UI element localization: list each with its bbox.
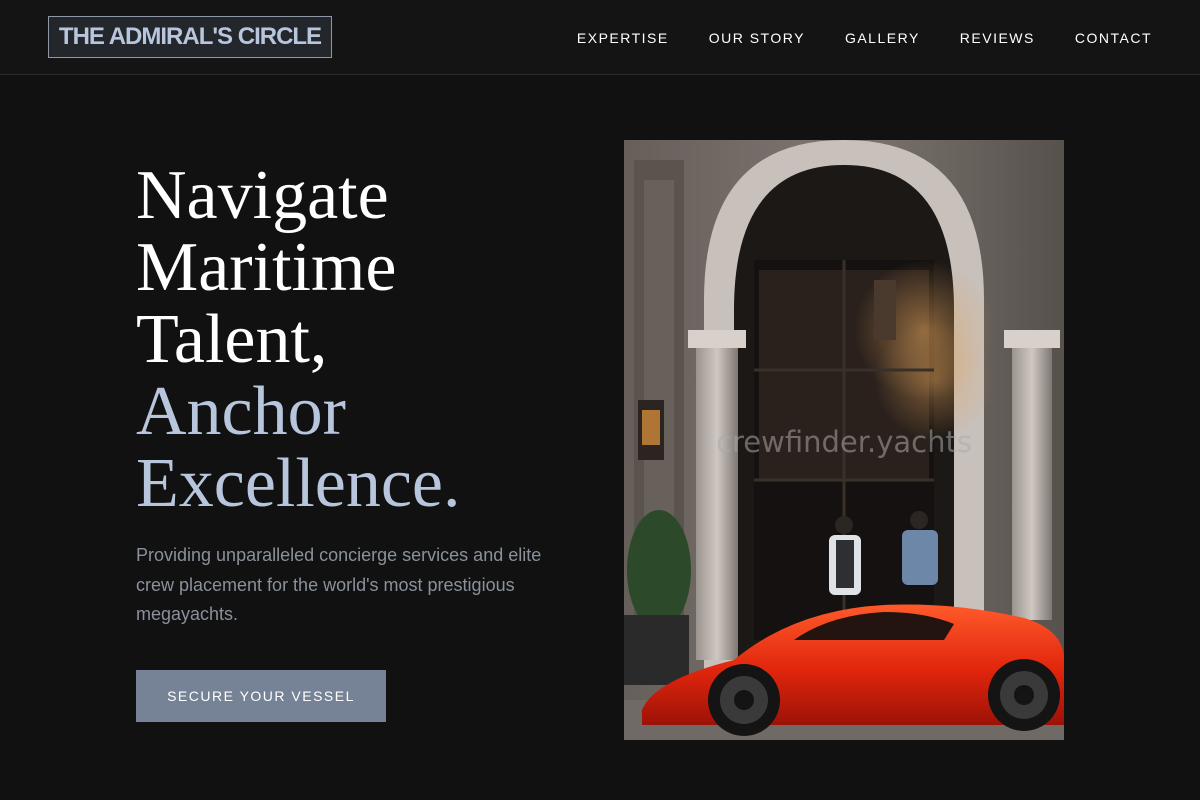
main-nav: EXPERTISE OUR STORY GALLERY REVIEWS CONT… bbox=[577, 0, 1152, 75]
nav-our-story[interactable]: OUR STORY bbox=[709, 30, 805, 46]
nav-reviews[interactable]: REVIEWS bbox=[960, 30, 1035, 46]
headline-line: Talent, bbox=[136, 301, 328, 378]
headline-accent-line: Anchor bbox=[136, 373, 346, 450]
image-watermark: crewfinder.yachts bbox=[716, 425, 972, 459]
headline-line: Navigate bbox=[136, 157, 389, 234]
nav-gallery[interactable]: GALLERY bbox=[845, 30, 920, 46]
brand-logo[interactable]: THE ADMIRAL'S CIRCLE bbox=[48, 16, 332, 58]
nav-contact[interactable]: CONTACT bbox=[1075, 30, 1152, 46]
headline-line: Maritime bbox=[136, 229, 397, 306]
nav-expertise[interactable]: EXPERTISE bbox=[577, 30, 669, 46]
site-header: THE ADMIRAL'S CIRCLE EXPERTISE OUR STORY… bbox=[0, 0, 1200, 75]
headline-accent-line: Excellence. bbox=[136, 445, 461, 522]
hero-subtitle: Providing unparalleled concierge service… bbox=[136, 545, 542, 624]
hero-headline: Navigate Maritime Talent, Anchor Excelle… bbox=[136, 160, 606, 520]
hero-image: crewfinder.yachts bbox=[624, 140, 1064, 740]
secure-vessel-button[interactable]: SECURE YOUR VESSEL bbox=[136, 670, 386, 722]
